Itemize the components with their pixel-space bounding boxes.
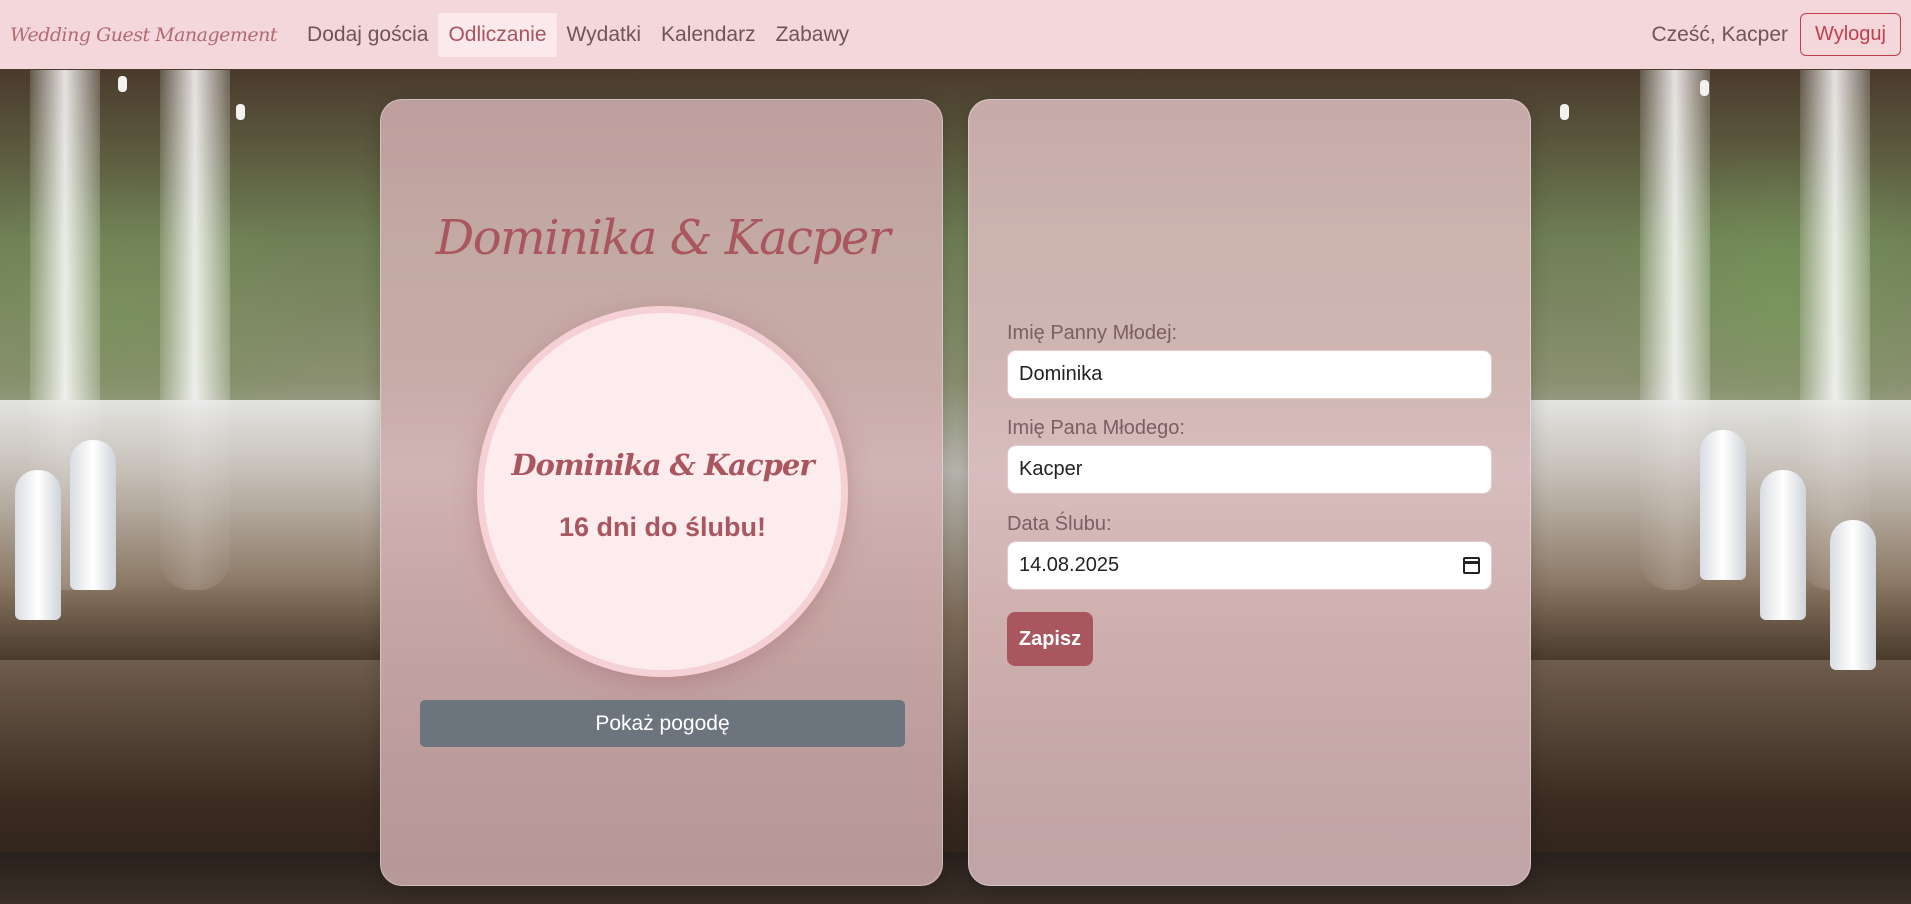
navbar: Wedding Guest Management Dodaj gościa Od… (0, 0, 1911, 69)
bride-name-label: Imię Panny Młodej: (1007, 322, 1178, 344)
chair (1760, 470, 1806, 620)
wedding-date-label: Data Ślubu: (1007, 513, 1112, 535)
days-until-wedding: 16 dni do ślubu! (559, 512, 766, 542)
light-bulb (1560, 104, 1569, 120)
calendar-icon[interactable] (1463, 557, 1480, 574)
countdown-card: Dominika & Kacper Dominika & Kacper 16 d… (380, 99, 943, 886)
countdown-circle: Dominika & Kacper 16 dni do ślubu! (477, 306, 848, 677)
light-bulb (1700, 80, 1709, 96)
save-button[interactable]: Zapisz (1007, 612, 1093, 666)
chair (70, 440, 116, 590)
show-weather-button[interactable]: Pokaż pogodę (420, 700, 905, 747)
nav-link-calendar[interactable]: Kalendarz (651, 13, 766, 57)
nav-link-games[interactable]: Zabawy (766, 13, 860, 57)
background-bottom (0, 852, 1911, 904)
nav-user-area: Cześć, Kacper Wyloguj (1651, 13, 1901, 56)
background-photo (0, 0, 1911, 904)
nav-link-expenses[interactable]: Wydatki (557, 13, 652, 57)
groom-name-input[interactable]: Kacper (1007, 445, 1492, 494)
logout-button[interactable]: Wyloguj (1800, 13, 1901, 56)
groom-name-label: Imię Pana Młodego: (1007, 417, 1185, 439)
wedding-details-form: Imię Panny Młodej: Dominika Imię Pana Mł… (968, 99, 1531, 886)
chair (15, 470, 61, 620)
chair (1700, 430, 1746, 580)
groom-name-value: Kacper (1019, 458, 1083, 480)
nav-links: Dodaj gościa Odliczanie Wydatki Kalendar… (297, 0, 859, 69)
bride-name-value: Dominika (1019, 363, 1103, 385)
wedding-date-value: 14.08.2025 (1019, 554, 1120, 576)
couple-title: Dominika & Kacper (435, 210, 891, 266)
bride-name-input[interactable]: Dominika (1007, 350, 1492, 399)
chair (1830, 520, 1876, 670)
circle-couple-names: Dominika & Kacper (511, 448, 814, 482)
light-bulb (118, 76, 127, 92)
nav-link-add-guest[interactable]: Dodaj gościa (297, 13, 438, 57)
light-bulb (236, 104, 245, 120)
wedding-date-input[interactable]: 14.08.2025 (1007, 541, 1492, 590)
nav-link-countdown[interactable]: Odliczanie (438, 12, 557, 57)
user-greeting: Cześć, Kacper (1651, 22, 1789, 46)
brand-logo[interactable]: Wedding Guest Management (10, 24, 278, 46)
